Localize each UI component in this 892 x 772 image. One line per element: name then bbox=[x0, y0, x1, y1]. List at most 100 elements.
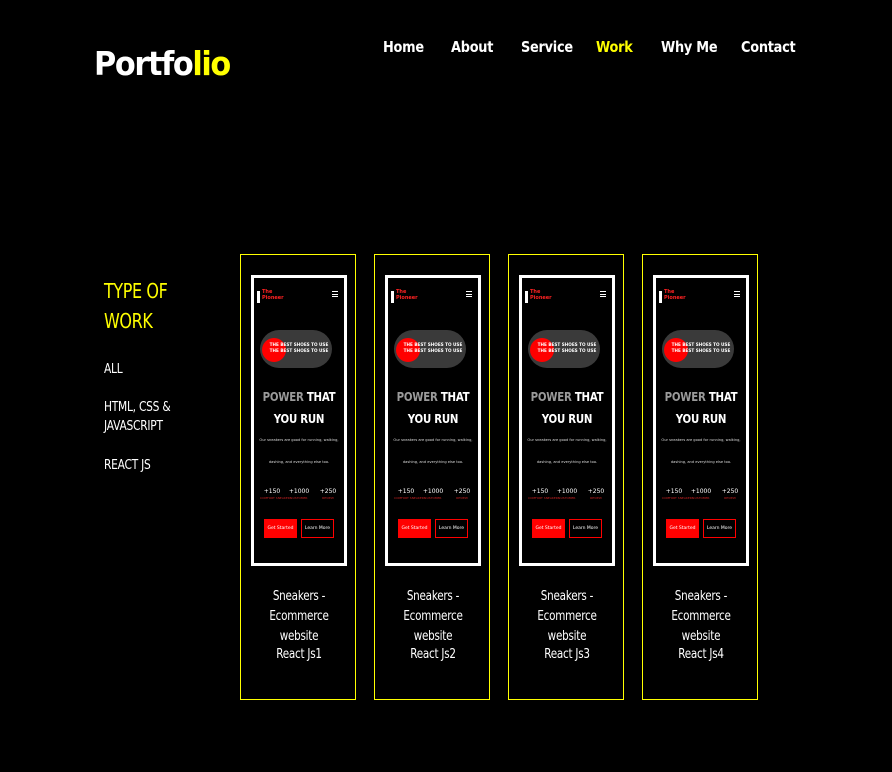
preview-headline: POWER THAT YOU RUN bbox=[395, 386, 472, 430]
card-title: Sneakers - Ecommerce website bbox=[253, 587, 346, 647]
preview-brand-2: Pioneer bbox=[530, 295, 552, 301]
stat-label: REVIEW bbox=[590, 496, 602, 500]
preview-logo: The Pioneer bbox=[391, 289, 421, 305]
preview-get-started: Get Started bbox=[398, 519, 431, 538]
preview-brand-2: Pioneer bbox=[262, 295, 284, 301]
project-card[interactable]: The Pioneer THE BEST SHOES TO USE THE BES… bbox=[374, 254, 490, 700]
stat-label: COMFORT SNEAKERS bbox=[394, 496, 426, 500]
preview-headline-gray: POWER bbox=[664, 390, 706, 404]
preview-headline-rest: THAT bbox=[571, 390, 604, 404]
preview-headline-2: YOU RUN bbox=[541, 412, 593, 426]
preview-pill: THE BEST SHOES TO USE THE BEST SHOES TO … bbox=[260, 330, 332, 368]
card-subtitle: React Js4 bbox=[678, 647, 724, 662]
filter-react-label: REACT JS bbox=[104, 458, 151, 473]
stat-label: CUSTOMER bbox=[558, 496, 576, 500]
menu-icon bbox=[332, 291, 338, 297]
project-card[interactable]: The Pioneer THE BEST SHOES TO USE THE BES… bbox=[642, 254, 758, 700]
card-title-1: Sneakers - Ecommerce bbox=[671, 589, 731, 624]
stat-value: +1000 bbox=[690, 488, 712, 495]
stat-value: +250 bbox=[587, 488, 605, 495]
preview-body-1: Our sneakers are good for running, walki… bbox=[661, 438, 741, 442]
stat-value: +250 bbox=[453, 488, 471, 495]
stat-label: REVIEW bbox=[322, 496, 334, 500]
preview-stat: +150 COMFORT SNEAKERS bbox=[528, 488, 560, 501]
stat-label: CUSTOMER bbox=[692, 496, 710, 500]
stat-value: +1000 bbox=[422, 488, 444, 495]
preview-get-started: Get Started bbox=[532, 519, 565, 538]
preview-stat: +250 REVIEW bbox=[450, 488, 474, 501]
preview-body-1: Our sneakers are good for running, walki… bbox=[259, 438, 339, 442]
stat-value: +250 bbox=[319, 488, 337, 495]
preview-stat: +1000 CUSTOMER bbox=[689, 488, 713, 501]
project-preview-image: The Pioneer THE BEST SHOES TO USE THE BES… bbox=[653, 275, 749, 566]
preview-headline: POWER THAT YOU RUN bbox=[261, 386, 338, 430]
card-title-2: website bbox=[279, 629, 319, 644]
project-preview-image: The Pioneer THE BEST SHOES TO USE THE BES… bbox=[385, 275, 481, 566]
nav-about[interactable]: About bbox=[451, 38, 493, 56]
preview-headline-rest: THAT bbox=[303, 390, 336, 404]
nav-home[interactable]: Home bbox=[383, 38, 424, 56]
preview-headline-2: YOU RUN bbox=[675, 412, 727, 426]
preview-headline-gray: POWER bbox=[262, 390, 304, 404]
preview-stat: +1000 CUSTOMER bbox=[287, 488, 311, 501]
preview-body-2: dashing, and everything else too. bbox=[670, 460, 732, 464]
preview-pill: THE BEST SHOES TO USE THE BEST SHOES TO … bbox=[662, 330, 734, 368]
project-card[interactable]: The Pioneer THE BEST SHOES TO USE THE BES… bbox=[508, 254, 624, 700]
preview-body-1: Our sneakers are good for running, walki… bbox=[393, 438, 473, 442]
stat-value: +150 bbox=[531, 488, 549, 495]
preview-stat: +250 REVIEW bbox=[316, 488, 340, 501]
card-title-2: website bbox=[547, 629, 587, 644]
preview-get-started: Get Started bbox=[666, 519, 699, 538]
stat-label: CUSTOMER bbox=[424, 496, 442, 500]
card-title: Sneakers - Ecommerce website bbox=[655, 587, 748, 647]
preview-learn-more: Learn More bbox=[569, 519, 602, 538]
preview-stat: +250 REVIEW bbox=[584, 488, 608, 501]
card-title: Sneakers - Ecommerce website bbox=[521, 587, 614, 647]
filter-html-label-2: JAVASCRIPT bbox=[104, 419, 163, 434]
preview-learn-more: Learn More bbox=[435, 519, 468, 538]
preview-brand-2: Pioneer bbox=[396, 295, 418, 301]
stat-value: +1000 bbox=[556, 488, 578, 495]
nav-why-me[interactable]: Why Me bbox=[661, 38, 718, 56]
preview-pill-text: THE BEST SHOES TO USE THE BEST SHOES TO … bbox=[671, 342, 731, 353]
filter-react-js[interactable]: REACT JS bbox=[104, 456, 151, 475]
stat-label: CUSTOMER bbox=[290, 496, 308, 500]
card-title-1: Sneakers - Ecommerce bbox=[537, 589, 597, 624]
nav-work[interactable]: Work bbox=[596, 38, 633, 56]
preview-stat: +150 COMFORT SNEAKERS bbox=[662, 488, 694, 501]
preview-stat: +1000 CUSTOMER bbox=[421, 488, 445, 501]
preview-get-started: Get Started bbox=[264, 519, 297, 538]
card-subtitle: React Js1 bbox=[276, 647, 322, 662]
preview-stat: +150 COMFORT SNEAKERS bbox=[394, 488, 426, 501]
stat-value: +150 bbox=[665, 488, 683, 495]
nav-service[interactable]: Service bbox=[521, 38, 573, 56]
stat-label: COMFORT SNEAKERS bbox=[260, 496, 292, 500]
preview-pill: THE BEST SHOES TO USE THE BEST SHOES TO … bbox=[394, 330, 466, 368]
menu-icon bbox=[466, 291, 472, 297]
stat-value: +1000 bbox=[288, 488, 310, 495]
preview-brand-2: Pioneer bbox=[664, 295, 686, 301]
card-subtitle: React Js2 bbox=[410, 647, 456, 662]
preview-body-1: Our sneakers are good for running, walki… bbox=[527, 438, 607, 442]
filter-html-css-js[interactable]: HTML, CSS & JAVASCRIPT bbox=[104, 398, 171, 436]
preview-stat: +250 REVIEW bbox=[718, 488, 742, 501]
filter-all-label: ALL bbox=[104, 362, 123, 377]
preview-headline: POWER THAT YOU RUN bbox=[663, 386, 740, 430]
project-card[interactable]: The Pioneer THE BEST SHOES TO USE THE BES… bbox=[240, 254, 356, 700]
main-nav: Home About Service Work Why Me Contact bbox=[0, 38, 892, 60]
card-title-2: website bbox=[681, 629, 721, 644]
preview-learn-more: Learn More bbox=[703, 519, 736, 538]
heading-line-2: WORK bbox=[104, 309, 153, 333]
stat-value: +150 bbox=[263, 488, 281, 495]
preview-learn-more: Learn More bbox=[301, 519, 334, 538]
stat-label: REVIEW bbox=[456, 496, 468, 500]
preview-logo: The Pioneer bbox=[659, 289, 689, 305]
preview-headline: POWER THAT YOU RUN bbox=[529, 386, 606, 430]
project-preview-image: The Pioneer THE BEST SHOES TO USE THE BES… bbox=[251, 275, 347, 566]
filter-all[interactable]: ALL bbox=[104, 360, 123, 379]
nav-contact[interactable]: Contact bbox=[741, 38, 796, 56]
preview-headline-gray: POWER bbox=[396, 390, 438, 404]
preview-logo: The Pioneer bbox=[525, 289, 555, 305]
stat-label: REVIEW bbox=[724, 496, 736, 500]
preview-headline-2: YOU RUN bbox=[407, 412, 459, 426]
